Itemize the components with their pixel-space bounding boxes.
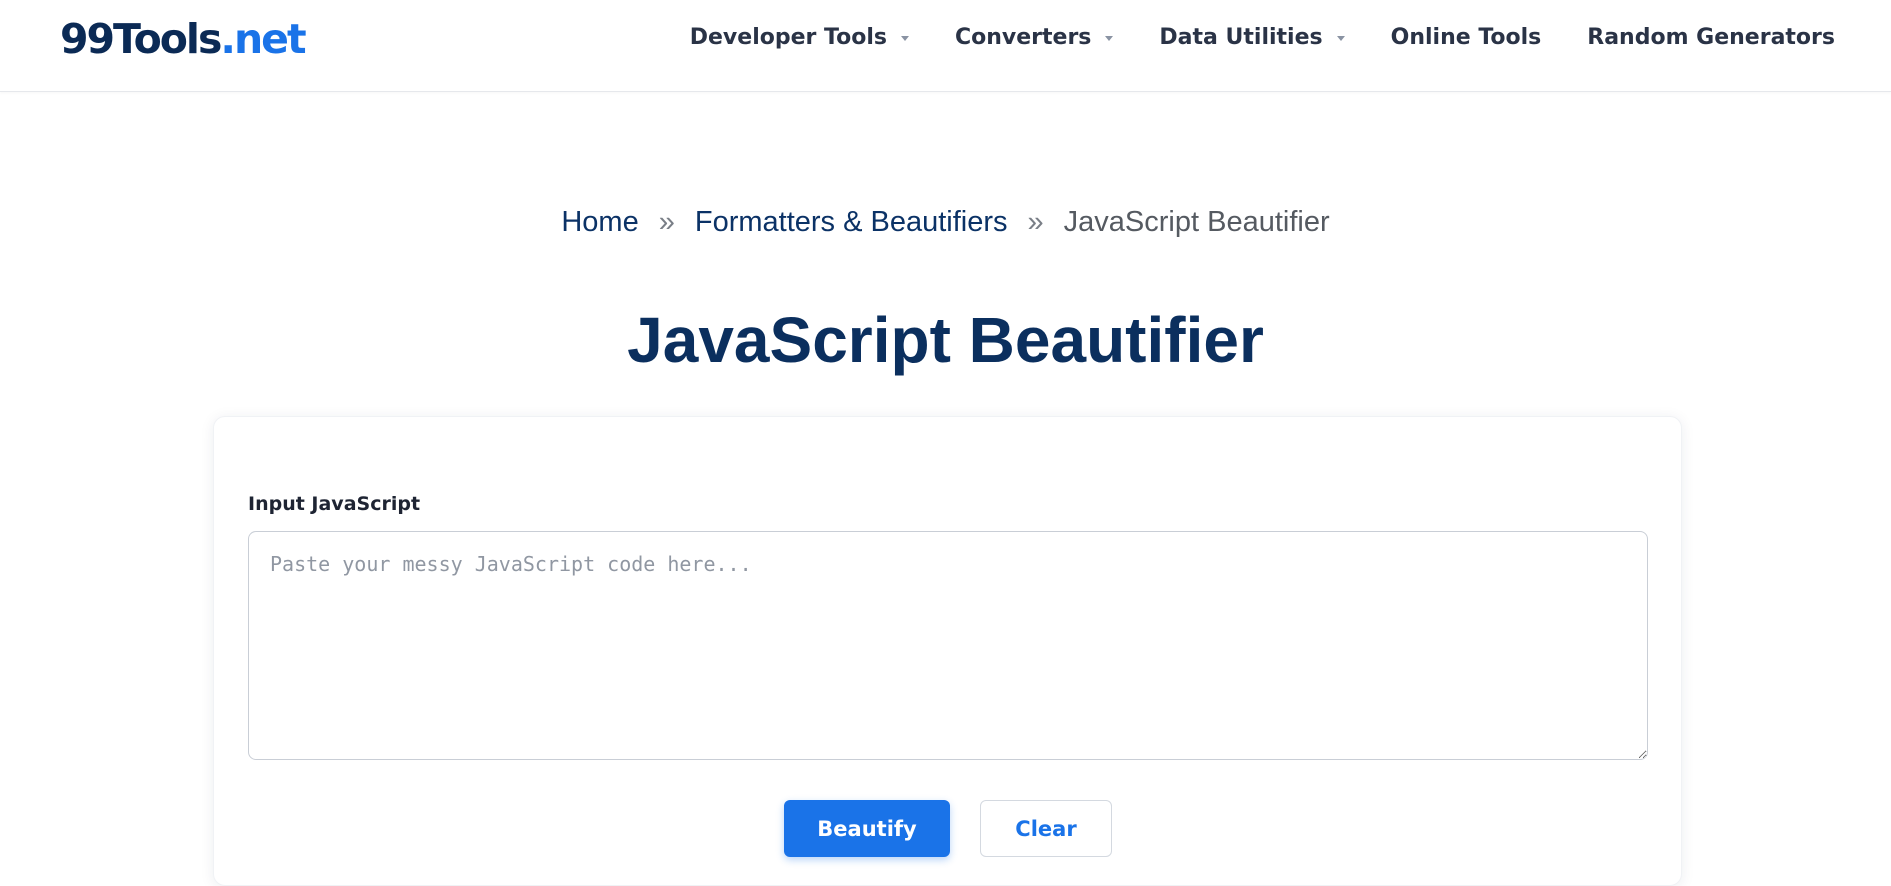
caret-down-icon <box>900 35 909 41</box>
nav-online-tools-label: Online Tools <box>1390 24 1542 50</box>
breadcrumb-separator: » <box>658 206 675 238</box>
logo-tld-text: .net <box>220 15 306 63</box>
javascript-input[interactable] <box>248 531 1648 760</box>
caret-down-icon <box>1336 35 1345 41</box>
nav-random-generators[interactable]: Random Generators <box>1587 25 1835 50</box>
logo-main-text: 99Tools <box>60 15 222 63</box>
nav-data-utilities-label: Data Utilities <box>1159 24 1323 50</box>
nav-developer-tools-label: Developer Tools <box>689 24 887 50</box>
nav-converters[interactable]: Converters <box>954 24 1114 50</box>
nav-developer-tools[interactable]: Developer Tools <box>690 25 909 50</box>
nav-converters-label: Converters <box>954 24 1092 50</box>
nav-data-utilities[interactable]: Data Utilities <box>1159 24 1345 50</box>
breadcrumb-home[interactable]: Home <box>561 206 638 238</box>
caret-down-icon <box>1105 35 1114 41</box>
breadcrumb-separator: » <box>1027 206 1044 238</box>
site-logo[interactable]: 99Tools.net <box>60 14 307 64</box>
nav-random-generators-label: Random Generators <box>1587 24 1835 50</box>
clear-button[interactable]: Clear <box>980 800 1112 857</box>
beautify-button[interactable]: Beautify <box>784 800 950 857</box>
input-label: Input JavaScript <box>248 493 421 515</box>
breadcrumb: Home » Formatters & Beautifiers » JavaScript… <box>0 204 1891 240</box>
breadcrumb-current: JavaScript Beautifier <box>1063 206 1330 238</box>
site-header: 99Tools.net Developer Tools Converters D… <box>0 0 1891 92</box>
main-nav: Developer Tools Converters Data Utilitie… <box>644 0 1835 74</box>
tool-card: Input JavaScript Beautify Clear <box>213 416 1682 886</box>
breadcrumb-category[interactable]: Formatters & Beautifiers <box>695 206 1008 238</box>
page-title: JavaScript Beautifier <box>627 304 1264 376</box>
nav-online-tools[interactable]: Online Tools <box>1391 25 1542 50</box>
